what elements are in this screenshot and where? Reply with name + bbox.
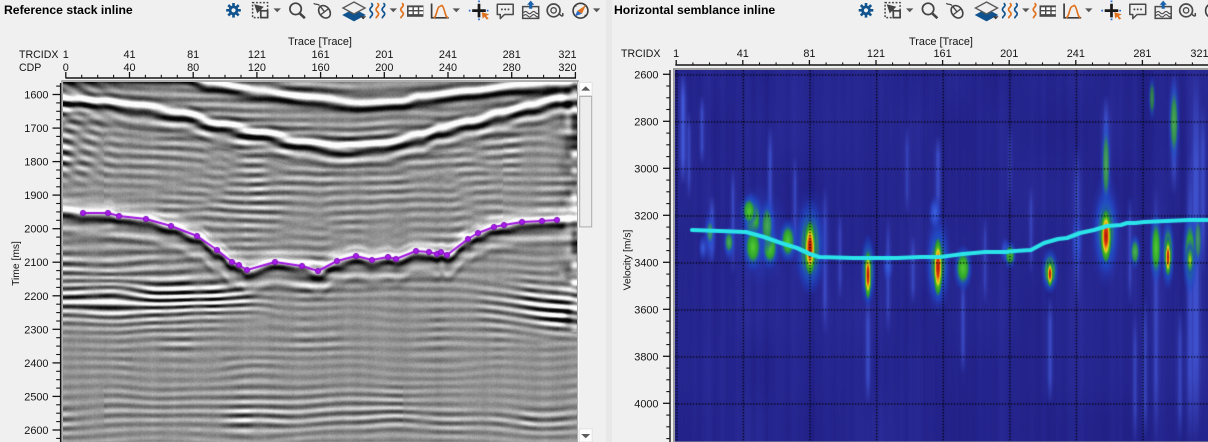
svg-text:Time [ms]: Time [ms]	[11, 241, 22, 286]
svg-text:Trace [Trace]: Trace [Trace]	[288, 36, 352, 48]
svg-text:201: 201	[1000, 48, 1018, 60]
svg-text:0: 0	[63, 62, 69, 74]
svg-text:1: 1	[63, 49, 69, 61]
svg-text:241: 241	[1067, 48, 1085, 60]
svg-text:281: 281	[503, 49, 521, 61]
svg-text:3400: 3400	[634, 257, 658, 269]
svg-text:121: 121	[867, 48, 885, 60]
svg-text:321: 321	[558, 49, 576, 61]
svg-text:2300: 2300	[24, 324, 48, 336]
svg-text:4000: 4000	[634, 398, 658, 410]
svg-text:3200: 3200	[634, 210, 658, 222]
svg-text:321: 321	[1190, 48, 1208, 60]
svg-text:3000: 3000	[634, 163, 658, 175]
svg-text:2600: 2600	[634, 69, 658, 81]
svg-text:120: 120	[248, 62, 266, 74]
svg-text:TRCIDX: TRCIDX	[621, 48, 660, 60]
svg-text:1700: 1700	[24, 123, 48, 135]
svg-text:201: 201	[375, 49, 393, 61]
svg-text:3600: 3600	[634, 304, 658, 316]
svg-text:1: 1	[673, 48, 679, 60]
svg-text:3800: 3800	[634, 351, 658, 363]
svg-text:200: 200	[375, 62, 393, 74]
svg-text:241: 241	[439, 49, 457, 61]
svg-text:121: 121	[248, 49, 266, 61]
svg-text:Trace [Trace]: Trace [Trace]	[909, 36, 973, 48]
svg-text:160: 160	[312, 62, 330, 74]
svg-text:281: 281	[1133, 48, 1151, 60]
svg-text:1800: 1800	[24, 157, 48, 169]
svg-text:2500: 2500	[24, 391, 48, 403]
svg-text:Velocity [m/s]: Velocity [m/s]	[623, 230, 634, 291]
svg-text:1900: 1900	[24, 190, 48, 202]
svg-text:41: 41	[737, 48, 749, 60]
svg-text:320: 320	[558, 62, 576, 74]
svg-text:161: 161	[312, 49, 330, 61]
svg-text:2000: 2000	[24, 224, 48, 236]
svg-text:81: 81	[187, 49, 199, 61]
svg-text:161: 161	[934, 48, 952, 60]
svg-text:2100: 2100	[24, 257, 48, 269]
svg-text:40: 40	[123, 62, 135, 74]
svg-text:80: 80	[187, 62, 199, 74]
svg-text:TRCIDX: TRCIDX	[19, 49, 58, 61]
svg-text:81: 81	[803, 48, 815, 60]
svg-text:240: 240	[439, 62, 457, 74]
svg-text:280: 280	[503, 62, 521, 74]
svg-text:1600: 1600	[24, 90, 48, 102]
svg-text:41: 41	[123, 49, 135, 61]
svg-text:CDP: CDP	[19, 62, 41, 74]
svg-text:2400: 2400	[24, 358, 48, 370]
svg-text:2200: 2200	[24, 291, 48, 303]
svg-text:2800: 2800	[634, 116, 658, 128]
svg-text:2600: 2600	[24, 425, 48, 437]
